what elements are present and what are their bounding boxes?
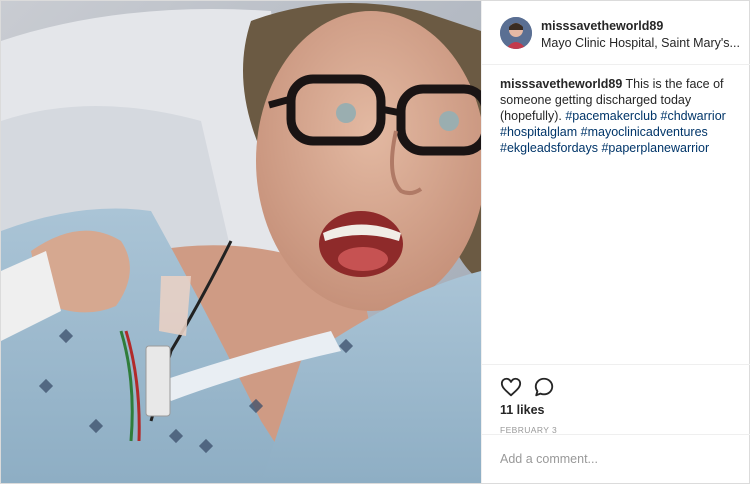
post-sidebar: misssavetheworld89 Mayo Clinic Hospital,… (481, 1, 750, 483)
avatar-image (500, 17, 532, 49)
instagram-post: misssavetheworld89 Mayo Clinic Hospital,… (0, 0, 750, 484)
location-link[interactable]: Mayo Clinic Hospital, Saint Mary's... (541, 36, 746, 50)
comment-input[interactable] (500, 449, 732, 469)
hashtag-link[interactable]: #paperplanewarrior (601, 141, 709, 155)
hashtag-link[interactable]: #chdwarrior (661, 109, 726, 123)
hashtag-link[interactable]: #pacemakerclub (565, 109, 657, 123)
caption-username[interactable]: misssavetheworld89 (500, 77, 622, 91)
comment-bubble-icon[interactable] (533, 376, 555, 398)
post-caption: misssavetheworld89 This is the face of s… (500, 76, 740, 156)
post-header: misssavetheworld89 Mayo Clinic Hospital,… (482, 1, 750, 65)
hashtag-link[interactable]: #hospitalglam (500, 125, 577, 139)
selfie-illustration (1, 1, 481, 483)
hashtag-link[interactable]: #mayoclinicadventures (581, 125, 708, 139)
heart-icon[interactable] (500, 376, 522, 398)
hashtag-link[interactable]: #ekgleadsfordays (500, 141, 598, 155)
avatar[interactable] (500, 17, 532, 49)
post-actions: 11 likes FEBRUARY 3 (482, 364, 750, 435)
post-photo[interactable] (1, 1, 481, 483)
like-count[interactable]: 11 likes (500, 403, 545, 417)
username-link[interactable]: misssavetheworld89 (541, 19, 663, 33)
comment-bar (482, 434, 750, 484)
